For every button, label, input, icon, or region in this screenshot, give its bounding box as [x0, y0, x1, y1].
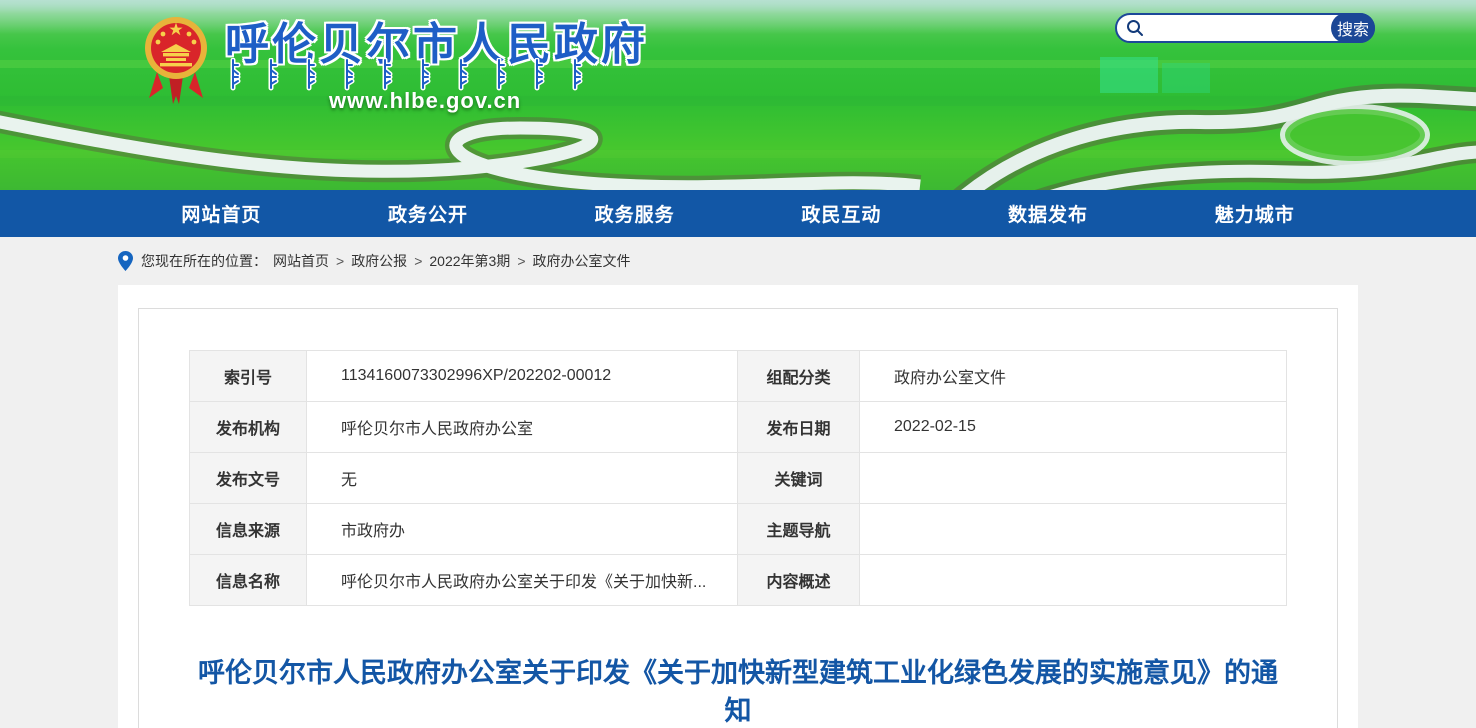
meta-value-index-no: 1134160073302996XP/202202-00012: [307, 351, 738, 402]
search-bar: 搜索: [1115, 13, 1375, 43]
meta-value-issuer: 呼伦贝尔市人民政府办公室: [307, 402, 738, 453]
nav-item-data[interactable]: 数据发布: [945, 190, 1152, 237]
breadcrumb-separator: >: [414, 253, 422, 269]
nav-item-interaction[interactable]: 政民互动: [738, 190, 945, 237]
meta-value-topic-nav: [860, 504, 1287, 555]
main-content: 索引号 1134160073302996XP/202202-00012 组配分类…: [118, 285, 1358, 728]
article-title: 呼伦贝尔市人民政府办公室关于印发《关于加快新型建筑工业化绿色发展的实施意见》的通…: [198, 654, 1278, 728]
meta-label-index-no: 索引号: [190, 351, 307, 402]
search-button[interactable]: 搜索: [1331, 13, 1375, 43]
site-url: www.hlbe.gov.cn: [329, 88, 521, 114]
meta-value-summary: [860, 555, 1287, 606]
breadcrumb-bar: 您现在所在的位置： 网站首页 > 政府公报 > 2022年第3期 > 政府办公室…: [0, 237, 1476, 285]
meta-value-pub-date: 2022-02-15: [860, 402, 1287, 453]
nav-item-home[interactable]: 网站首页: [118, 190, 325, 237]
meta-value-doc-no: 无: [307, 453, 738, 504]
meta-label-doc-no: 发布文号: [190, 453, 307, 504]
meta-label-category: 组配分类: [738, 351, 860, 402]
breadcrumb-link-gazette[interactable]: 政府公报: [351, 251, 407, 271]
table-row: 索引号 1134160073302996XP/202202-00012 组配分类…: [190, 351, 1287, 402]
breadcrumb-link-category[interactable]: 政府办公室文件: [533, 251, 631, 271]
meta-value-category: 政府办公室文件: [860, 351, 1287, 402]
meta-value-source: 市政府办: [307, 504, 738, 555]
nav-item-gov-service[interactable]: 政务服务: [531, 190, 738, 237]
breadcrumb-link-issue[interactable]: 2022年第3期: [429, 251, 510, 271]
search-icon: [1126, 19, 1144, 37]
header-banner: 呼伦贝尔市人民政府 www.hlbe.gov.cn: [0, 0, 1476, 190]
main-nav: 网站首页 政务公开 政务服务 政民互动 数据发布 魅力城市: [0, 190, 1476, 237]
search-input[interactable]: [1150, 17, 1331, 39]
nav-item-gov-info[interactable]: 政务公开: [325, 190, 532, 237]
meta-value-info-name: 呼伦贝尔市人民政府办公室关于印发《关于加快新...: [307, 555, 738, 606]
breadcrumb-label: 您现在所在的位置：: [141, 251, 267, 271]
document-meta-table: 索引号 1134160073302996XP/202202-00012 组配分类…: [189, 350, 1287, 606]
site-logo-home-link[interactable]: 呼伦贝尔市人民政府 www.hlbe.gov.cn: [143, 8, 623, 118]
breadcrumb: 您现在所在的位置： 网站首页 > 政府公报 > 2022年第3期 > 政府办公室…: [118, 237, 1358, 285]
meta-label-topic-nav: 主题导航: [738, 504, 860, 555]
meta-label-issuer: 发布机构: [190, 402, 307, 453]
table-row: 发布机构 呼伦贝尔市人民政府办公室 发布日期 2022-02-15: [190, 402, 1287, 453]
table-row: 信息来源 市政府办 主题导航: [190, 504, 1287, 555]
meta-label-pub-date: 发布日期: [738, 402, 860, 453]
breadcrumb-separator: >: [517, 253, 525, 269]
meta-value-keywords: [860, 453, 1287, 504]
table-row: 发布文号 无 关键词: [190, 453, 1287, 504]
document-panel: 索引号 1134160073302996XP/202202-00012 组配分类…: [138, 308, 1338, 728]
map-pin-icon: [118, 251, 133, 271]
meta-label-keywords: 关键词: [738, 453, 860, 504]
table-row: 信息名称 呼伦贝尔市人民政府办公室关于印发《关于加快新... 内容概述: [190, 555, 1287, 606]
meta-label-summary: 内容概述: [738, 555, 860, 606]
meta-label-info-name: 信息名称: [190, 555, 307, 606]
nav-item-city[interactable]: 魅力城市: [1151, 190, 1358, 237]
breadcrumb-link-home[interactable]: 网站首页: [273, 251, 329, 271]
meta-label-source: 信息来源: [190, 504, 307, 555]
breadcrumb-separator: >: [336, 253, 344, 269]
china-national-emblem-icon: [143, 10, 209, 111]
